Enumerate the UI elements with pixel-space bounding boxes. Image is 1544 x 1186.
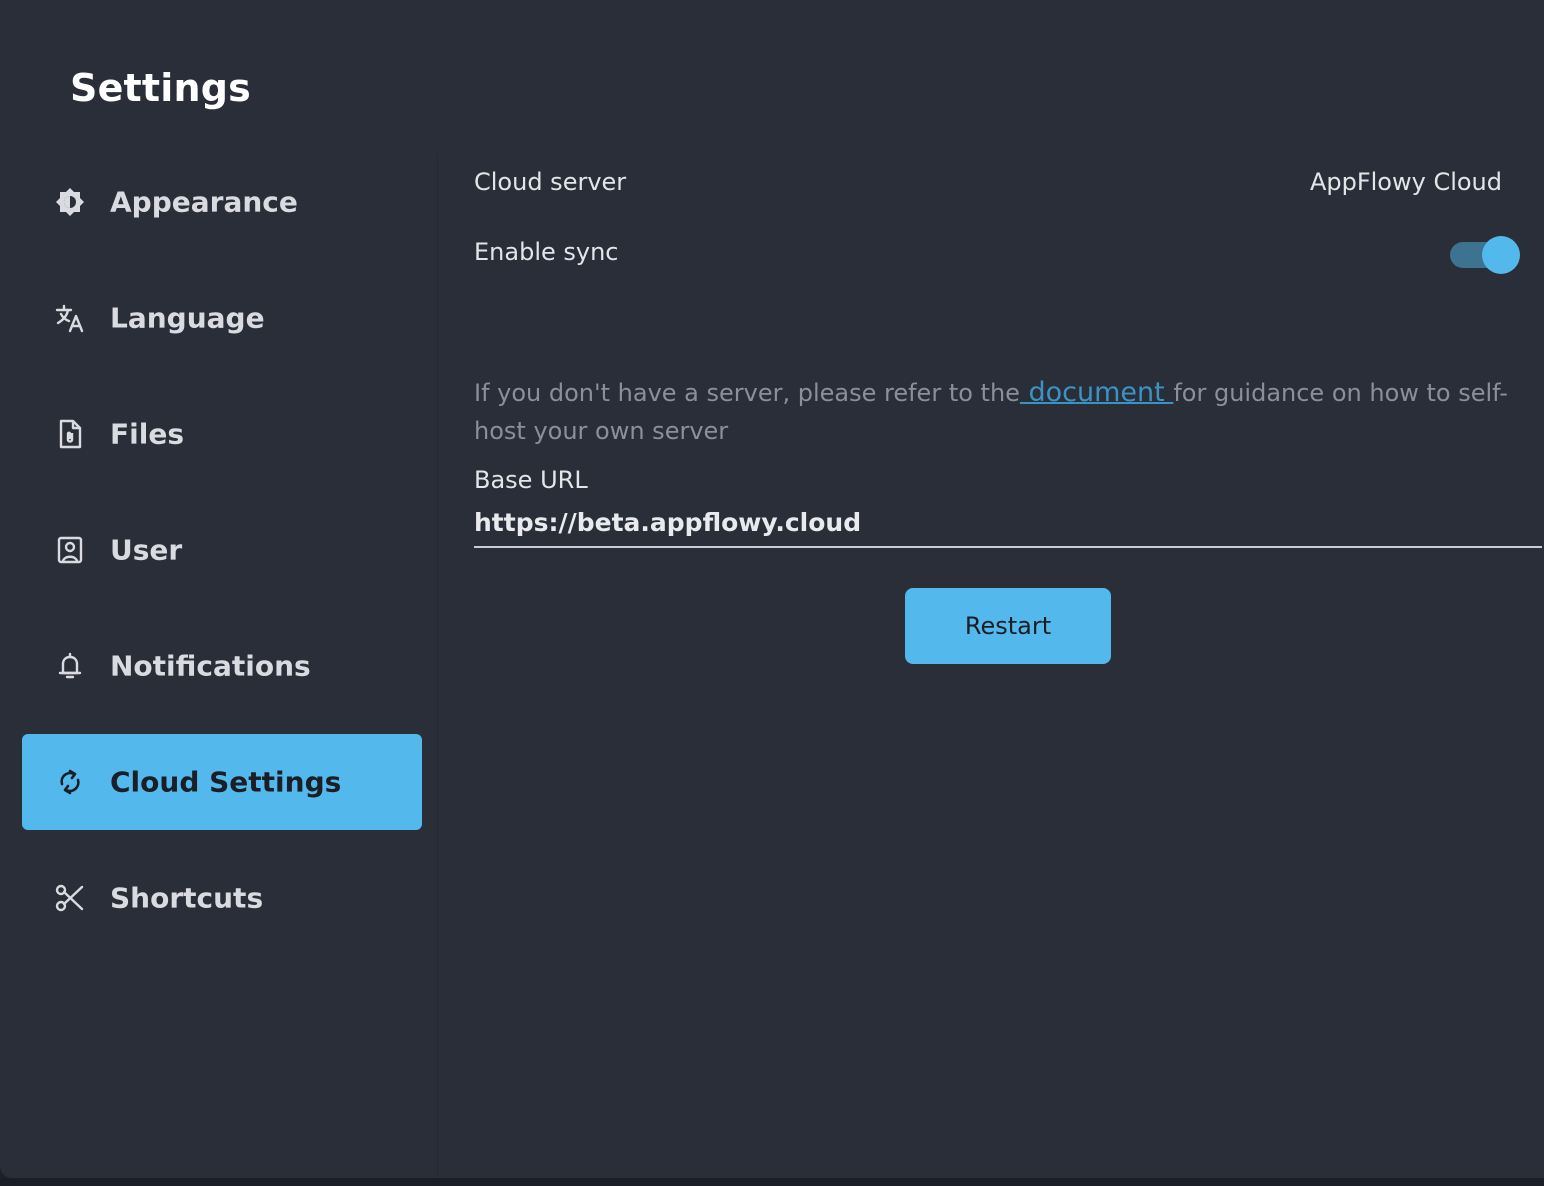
sidebar-item-label: Language — [110, 301, 265, 335]
sidebar-item-notifications[interactable]: Notifications — [22, 618, 422, 714]
settings-dialog: Settings Appearance Language Files User … — [0, 0, 1544, 1178]
background-strip — [0, 1178, 1544, 1186]
sidebar-item-appearance[interactable]: Appearance — [22, 154, 422, 250]
scissors-icon — [54, 882, 86, 914]
base-url-input[interactable] — [474, 498, 1542, 548]
toggle-knob — [1482, 236, 1520, 274]
help-text-prefix: If you don't have a server, please refer… — [474, 379, 1020, 407]
restart-button[interactable]: Restart — [905, 588, 1111, 664]
document-link[interactable]: document — [1020, 377, 1173, 408]
settings-sidebar: Appearance Language Files User Notificat… — [0, 154, 438, 1178]
language-icon — [54, 302, 86, 334]
sidebar-item-label: Files — [110, 417, 184, 451]
sidebar-item-shortcuts[interactable]: Shortcuts — [22, 850, 422, 946]
cloud-server-label: Cloud server — [474, 168, 627, 196]
file-icon — [54, 418, 86, 450]
sidebar-item-cloud-settings[interactable]: Cloud Settings — [22, 734, 422, 830]
appearance-icon — [54, 186, 86, 218]
sidebar-item-label: Notifications — [110, 649, 311, 683]
sidebar-item-label: Appearance — [110, 185, 298, 219]
sync-icon — [54, 766, 86, 798]
enable-sync-toggle[interactable] — [1450, 236, 1522, 274]
sidebar-item-user[interactable]: User — [22, 502, 422, 598]
sidebar-item-label: Shortcuts — [110, 881, 264, 915]
sidebar-item-files[interactable]: Files — [22, 386, 422, 482]
self-host-help-text: If you don't have a server, please refer… — [474, 374, 1534, 450]
cloud-server-selector[interactable]: AppFlowy Cloud — [1310, 168, 1502, 196]
base-url-label: Base URL — [474, 466, 588, 494]
bell-icon — [54, 650, 86, 682]
dialog-title: Settings — [70, 66, 251, 110]
sidebar-item-language[interactable]: Language — [22, 270, 422, 366]
enable-sync-label: Enable sync — [474, 238, 619, 266]
sidebar-item-label: User — [110, 533, 183, 567]
user-icon — [54, 534, 86, 566]
sidebar-item-label: Cloud Settings — [110, 765, 342, 799]
